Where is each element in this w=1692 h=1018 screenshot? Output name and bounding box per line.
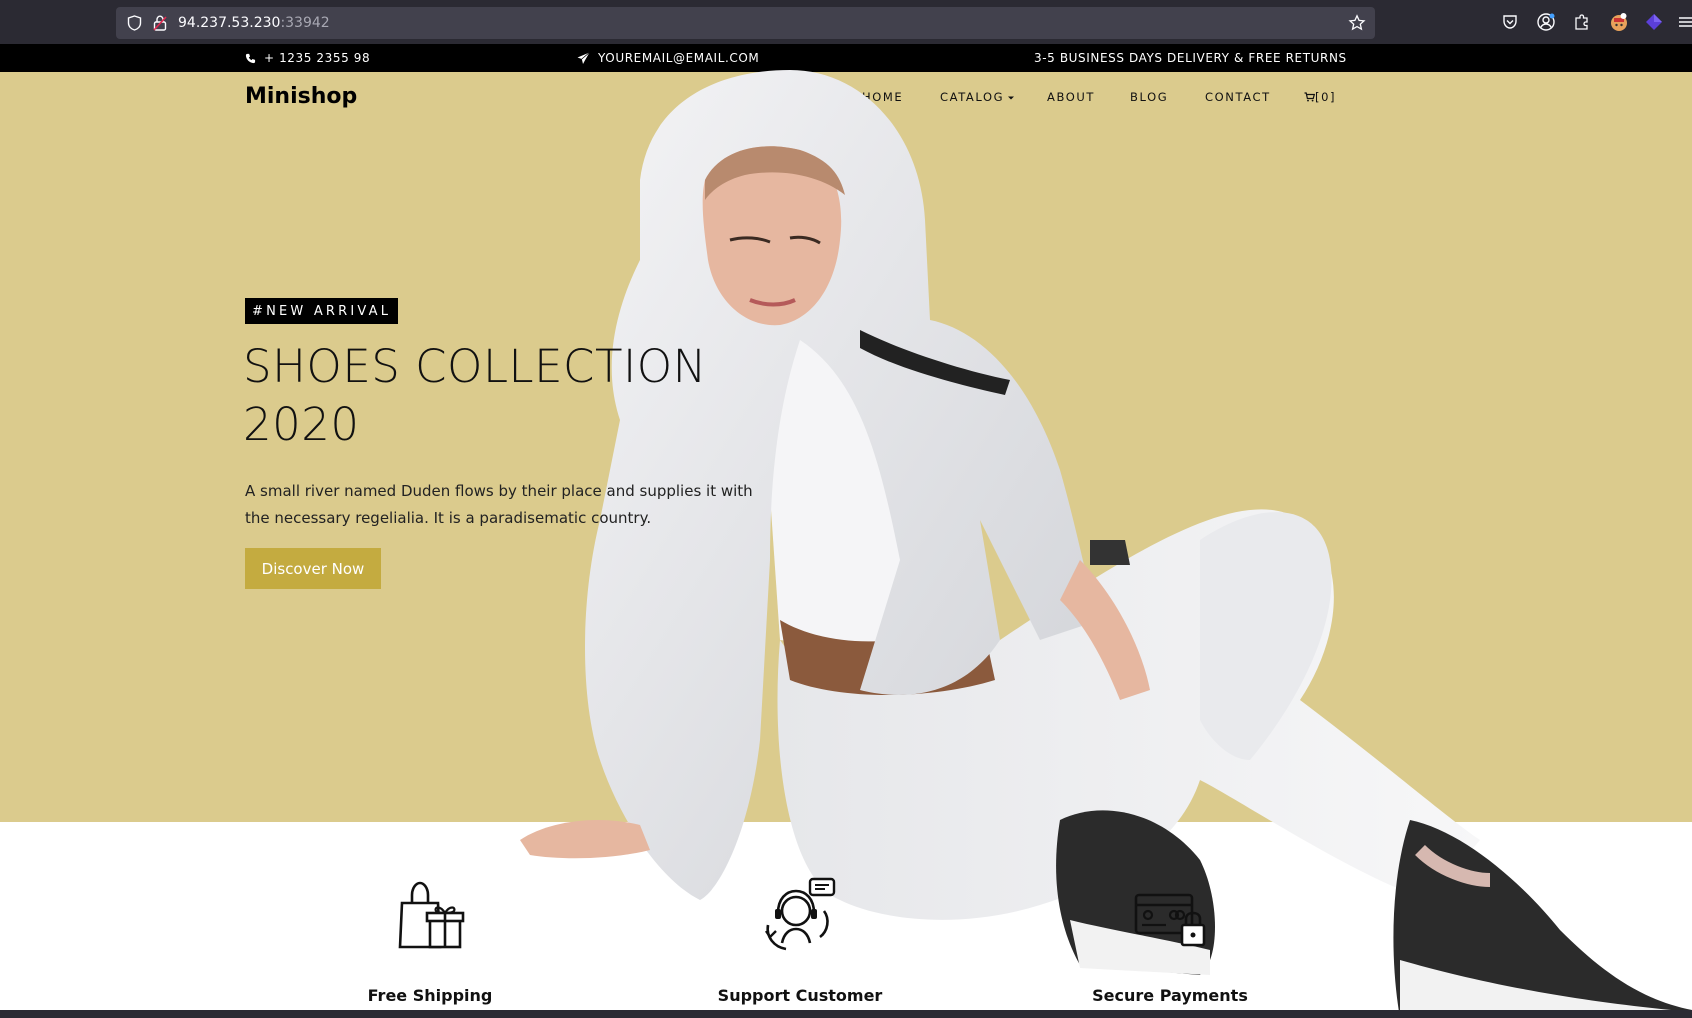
url-text[interactable]: 94.237.53.230:33942: [178, 15, 330, 31]
hero-title-line2: 2020: [243, 398, 360, 451]
address-bar[interactable]: 94.237.53.230:33942: [116, 7, 1375, 39]
new-arrival-badge: #NEW ARRIVAL: [245, 298, 399, 324]
customer-support-icon: [760, 875, 840, 955]
extension-avatar-icon[interactable]: [1608, 10, 1630, 34]
cart-icon: [1304, 92, 1316, 102]
brand-logo[interactable]: Minishop: [245, 84, 357, 109]
nav-home[interactable]: HOME: [862, 90, 903, 104]
bookmark-star-icon[interactable]: [1348, 14, 1366, 32]
free-shipping-label: Free Shipping: [367, 986, 493, 1005]
nav-contact[interactable]: CONTACT: [1205, 90, 1271, 104]
service-free-shipping: Free Shipping: [300, 875, 560, 1005]
phone-icon: [245, 53, 256, 63]
browser-toolbar: 94.237.53.230:33942: [0, 0, 1692, 44]
caret-down-icon: [1008, 96, 1015, 99]
hero-title-line1: SHOES COLLECTION: [243, 340, 707, 393]
service-support-customer: Support Customer: [670, 875, 930, 1005]
extension-cube-icon[interactable]: [1643, 10, 1665, 34]
support-customer-label: Support Customer: [717, 986, 883, 1005]
account-icon[interactable]: [1536, 10, 1556, 34]
extensions-puzzle-icon[interactable]: [1572, 10, 1592, 34]
email-contact[interactable]: YOUREMAIL@EMAIL.COM: [577, 51, 759, 65]
hero-description: A small river named Duden flows by their…: [245, 482, 753, 527]
nav-catalog[interactable]: CATALOG: [940, 90, 1015, 104]
nav-about[interactable]: ABOUT: [1047, 90, 1095, 104]
secure-payments-label: Secure Payments: [1092, 986, 1248, 1005]
hero-title: SHOES COLLECTION 2020: [243, 338, 707, 454]
nav-catalog-label: CATALOG: [940, 90, 1005, 104]
paper-plane-icon: [577, 51, 590, 64]
url-host: 94.237.53.230: [178, 15, 281, 31]
service-secure-payments: Secure Payments: [1040, 875, 1300, 1005]
phone-number: + 1235 2355 98: [264, 51, 371, 65]
top-info-bar: + 1235 2355 98 YOUREMAIL@EMAIL.COM 3-5 B…: [0, 44, 1692, 72]
insecure-lock-icon[interactable]: [152, 15, 168, 31]
secure-card-icon: [1130, 875, 1210, 955]
delivery-text: 3-5 BUSINESS DAYS DELIVERY & FREE RETURN…: [1034, 51, 1347, 65]
phone-contact[interactable]: + 1235 2355 98: [245, 51, 370, 65]
tracking-shield-icon[interactable]: [126, 15, 142, 31]
email-address: YOUREMAIL@EMAIL.COM: [598, 51, 760, 65]
cart-count: [0]: [1315, 90, 1337, 104]
nav-cart[interactable]: [0]: [1304, 90, 1336, 104]
url-port: :33942: [280, 15, 330, 31]
shopping-bag-gift-icon: [390, 875, 470, 955]
menu-hamburger-icon[interactable]: [1678, 10, 1692, 34]
pocket-icon[interactable]: [1500, 10, 1520, 34]
window-bottom-edge: [0, 1010, 1692, 1018]
nav-blog[interactable]: BLOG: [1130, 90, 1168, 104]
discover-now-button[interactable]: Discover Now: [245, 548, 381, 589]
delivery-notice: 3-5 BUSINESS DAYS DELIVERY & FREE RETURN…: [1034, 51, 1347, 65]
